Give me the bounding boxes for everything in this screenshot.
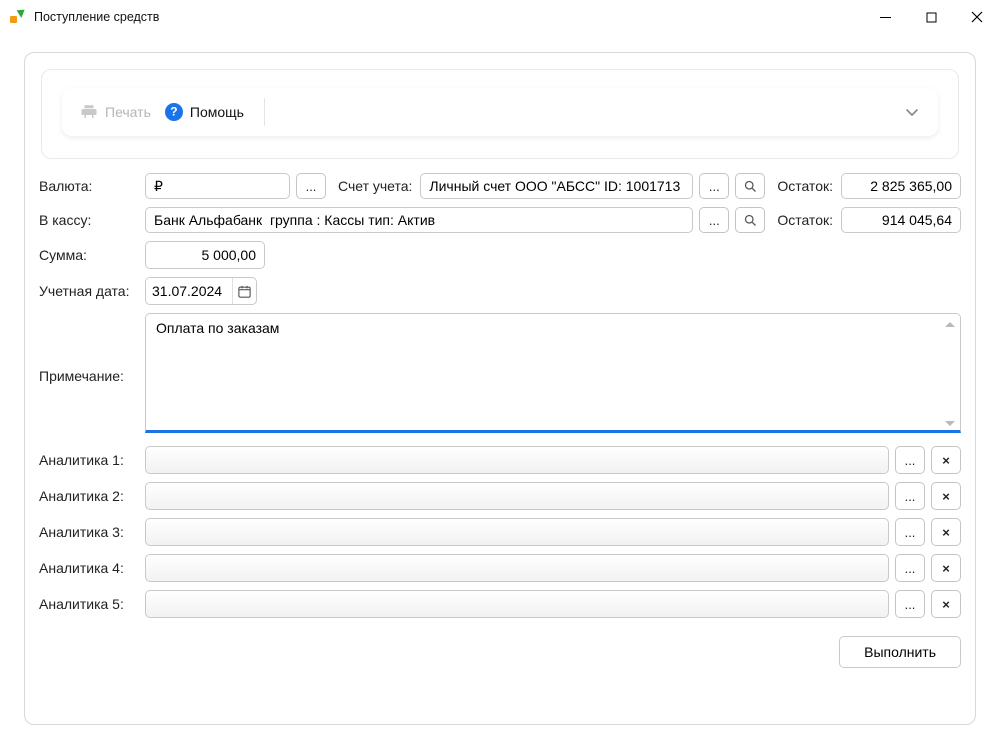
note-spin-down[interactable] [944,417,956,429]
header-card: Печать Помощь [41,69,959,159]
help-icon [165,103,183,121]
clear-icon: × [942,597,950,612]
clear-icon: × [942,453,950,468]
cashbox-search-button[interactable] [735,207,765,233]
analytic-2-field[interactable] [145,482,889,510]
analytic-5-label: Аналитика 5: [39,596,139,612]
account-balance-value: 2 825 365,00 [841,173,961,199]
date-label: Учетная дата: [39,283,139,299]
analytic-1-field[interactable] [145,446,889,474]
account-lookup-button[interactable]: ... [699,173,729,199]
analytic-1-lookup-button[interactable]: ... [895,446,925,474]
analytic-5-lookup-button[interactable]: ... [895,590,925,618]
toolbar-separator [264,98,265,126]
calendar-button[interactable] [232,278,256,304]
analytic-2-clear-button[interactable]: × [931,482,961,510]
window-maximize-button[interactable] [908,0,954,34]
toolbar: Печать Помощь [62,88,938,136]
help-button[interactable]: Помощь [165,103,244,121]
analytic-4-clear-button[interactable]: × [931,554,961,582]
titlebar: Поступление средств [0,0,1000,34]
analytic-3-clear-button[interactable]: × [931,518,961,546]
triangle-up-icon [945,322,955,327]
analytic-2-lookup-button[interactable]: ... [895,482,925,510]
analytic-3-label: Аналитика 3: [39,524,139,540]
search-icon [743,179,758,194]
analytic-3-lookup-button[interactable]: ... [895,518,925,546]
window-close-button[interactable] [954,0,1000,34]
note-label: Примечание: [39,368,139,384]
analytic-5-clear-button[interactable]: × [931,590,961,618]
print-label: Печать [105,104,151,120]
note-textarea[interactable] [145,313,961,433]
date-input[interactable] [146,278,232,304]
account-input[interactable] [420,173,693,199]
analytic-4-label: Аналитика 4: [39,560,139,576]
execute-label: Выполнить [864,644,936,660]
cashbox-input[interactable] [145,207,693,233]
window-minimize-button[interactable] [862,0,908,34]
analytic-1-clear-button[interactable]: × [931,446,961,474]
help-label: Помощь [190,104,244,120]
calendar-icon [237,284,252,299]
print-button[interactable]: Печать [80,103,151,121]
account-balance-label: Остаток: [777,178,833,194]
toolbar-expand-button[interactable] [904,104,920,120]
amount-input[interactable] [145,241,265,269]
currency-label: Валюта: [39,178,139,194]
cashbox-balance-value: 914 045,64 [841,207,961,233]
analytic-4-field[interactable] [145,554,889,582]
print-icon [80,103,98,121]
window-title: Поступление средств [34,10,159,24]
search-icon [743,213,758,228]
analytic-5-field[interactable] [145,590,889,618]
clear-icon: × [942,489,950,504]
note-spin-up[interactable] [944,318,956,330]
currency-lookup-button[interactable]: ... [296,173,326,199]
account-label: Счет учета: [338,178,412,194]
analytic-1-label: Аналитика 1: [39,452,139,468]
app-icon [10,8,28,26]
currency-input[interactable] [145,173,290,199]
analytic-2-label: Аналитика 2: [39,488,139,504]
date-field[interactable] [145,277,257,305]
cashbox-lookup-button[interactable]: ... [699,207,729,233]
clear-icon: × [942,561,950,576]
analytic-4-lookup-button[interactable]: ... [895,554,925,582]
execute-button[interactable]: Выполнить [839,636,961,668]
cashbox-balance-label: Остаток: [777,212,833,228]
cashbox-label: В кассу: [39,212,139,228]
amount-label: Сумма: [39,247,139,263]
triangle-down-icon [945,421,955,426]
analytic-3-field[interactable] [145,518,889,546]
clear-icon: × [942,525,950,540]
account-search-button[interactable] [735,173,765,199]
